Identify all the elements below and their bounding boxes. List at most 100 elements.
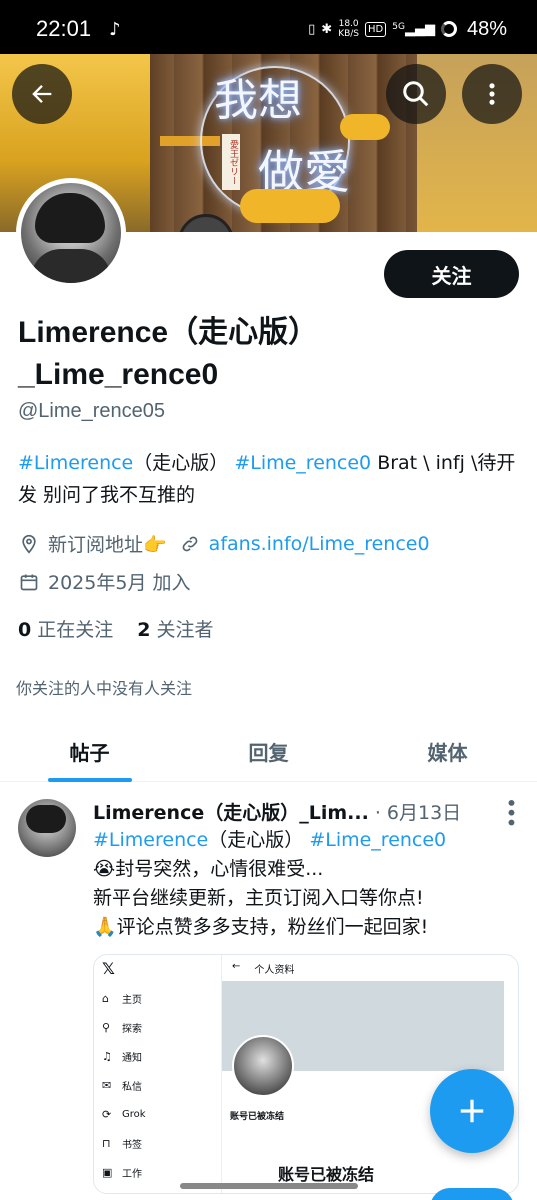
tweet-hashtag[interactable]: #Limerence <box>93 829 208 851</box>
tiktok-notification-icon: ♪ <box>109 18 121 40</box>
followers-label: 关注者 <box>156 619 214 641</box>
profile-name: Limerence（走心版）_Lime_rence0 <box>18 316 319 391</box>
embed-nav-label: 私信 <box>122 1082 142 1093</box>
tweet-line: 😭封号突然，心情很难受... <box>93 858 324 880</box>
profile-location: 新订阅地址👉 <box>48 534 167 556</box>
embed-frozen-label: 账号已被冻结 <box>230 1112 285 1122</box>
tweet-header: Limerence（走心版）_Lim... · 6月13日 ••• <box>93 797 523 826</box>
x-logo-icon: 𝕏 <box>102 959 115 978</box>
embed-nav-label: 主页 <box>122 995 142 1006</box>
calendar-icon <box>18 571 40 593</box>
bookmark-icon: ⊓ <box>102 1137 111 1150</box>
net-speed: 18.0 KB/S <box>338 19 359 39</box>
embed-nav-item: ⊓ 书签 <box>102 1129 221 1158</box>
location-pin-icon <box>18 533 40 555</box>
back-button[interactable] <box>12 64 72 124</box>
embed-nav-item: ⟳ Grok <box>102 1100 221 1129</box>
embed-header-title: 个人资料 <box>254 965 295 976</box>
tweet-hashtag[interactable]: #Lime_rence0 <box>309 829 446 851</box>
bio-text: （走心版） <box>133 452 229 474</box>
profile-handle: @Lime_rence05 <box>18 400 166 422</box>
tab-posts[interactable]: 帖子 <box>0 722 179 782</box>
search-icon <box>403 81 429 107</box>
banner-cloud <box>340 114 390 140</box>
following-label: 正在关注 <box>37 619 114 641</box>
profile-meta-row: 新订阅地址👉 afans.info/Lime_rence0 <box>18 530 430 557</box>
avatar-body <box>31 249 111 283</box>
followers-link[interactable]: 2 关注者 <box>137 615 213 642</box>
net-speed-value: 18.0 <box>338 19 359 29</box>
battery-icon <box>440 21 457 37</box>
tweet-line: #Limerence（走心版） #Lime_rence0 <box>93 826 523 855</box>
embed-frozen-title: 账号已被冻结 <box>278 1165 375 1184</box>
follow-button[interactable]: 关注 <box>384 250 519 298</box>
tweet-avatar[interactable] <box>18 799 76 857</box>
bio-hashtag[interactable]: #Lime_rence0 <box>234 452 371 474</box>
avatar-hair <box>26 805 66 833</box>
battery-level: 48% <box>466 17 507 40</box>
hd-badge: HD <box>365 21 387 37</box>
embed-nav-item: ⌂ 主页 <box>102 984 221 1013</box>
profile-joined: 2025年5月 加入 <box>48 572 191 594</box>
profile-avatar[interactable] <box>16 178 126 288</box>
following-count: 0 <box>18 619 32 641</box>
signal-icon: 5G▂▄▆ <box>392 21 435 37</box>
profile-joined-row: 2025年5月 加入 <box>18 568 190 595</box>
plus-icon <box>460 1099 484 1123</box>
status-bar: 22:01 ♪ ▯ ✱ 18.0 KB/S HD 5G▂▄▆ 48% <box>0 0 537 58</box>
embed-nav-item: ✉ 私信 <box>102 1071 221 1100</box>
profile-tabs: 帖子 回复 媒体 <box>0 722 537 782</box>
profile-page: 22:01 ♪ ▯ ✱ 18.0 KB/S HD 5G▂▄▆ 48% 我想 做愛 … <box>0 0 537 1200</box>
embed-nav-label: 通知 <box>122 1053 142 1064</box>
status-right: ▯ ✱ 18.0 KB/S HD 5G▂▄▆ 48% <box>308 18 507 41</box>
tweet-line: 新平台继续更新，主页订阅入口等你点! <box>93 887 424 909</box>
grok-icon: ⟳ <box>102 1108 112 1121</box>
more-options-button[interactable] <box>462 64 522 124</box>
search-button[interactable] <box>386 64 446 124</box>
tweet-line: 🙏评论点赞多多支持，粉丝们一起回家! <box>93 916 429 938</box>
jobs-icon: ▣ <box>102 1166 113 1179</box>
profile-bio: #Limerence（走心版） #Lime_rence0 Brat \ infj… <box>18 447 528 511</box>
home-icon: ⌂ <box>102 992 109 1005</box>
embed-nav-label: 书签 <box>122 1140 142 1151</box>
banner-cloud <box>240 189 340 223</box>
home-indicator[interactable] <box>180 1183 358 1189</box>
tweet-more-icon[interactable]: ••• <box>499 797 523 826</box>
embed-nav-label: 工作 <box>122 1169 142 1180</box>
tweet-text-part: （走心版） <box>208 829 304 851</box>
embed-sidebar: 𝕏 ⌂ 主页 ⚲ 探索 ♫ 通知 ✉ 私信 ⟳ Grok ⊓ 书签 ▣ 工作 <box>94 955 222 1193</box>
bluetooth-icon: ✱ <box>321 21 333 37</box>
follow-counts: 0 正在关注 2 关注者 <box>18 615 214 642</box>
signal-label: 5G <box>392 21 405 32</box>
vibrate-icon: ▯ <box>308 21 316 37</box>
compose-button[interactable] <box>430 1069 514 1153</box>
back-arrow-icon: ← <box>232 961 241 972</box>
banner-tag: 愛王ゼリー <box>222 134 240 190</box>
mail-icon: ✉ <box>102 1079 112 1092</box>
embed-header: ← 个人资料 <box>222 955 518 982</box>
embed-nav-label: Grok <box>122 1109 146 1120</box>
net-speed-unit: KB/S <box>338 29 360 39</box>
explore-icon: ⚲ <box>102 1021 111 1034</box>
embed-nav-label: 探索 <box>122 1024 142 1035</box>
banner-face-sticker <box>178 214 234 232</box>
mutual-followers-note: 你关注的人中没有人关注 <box>16 679 193 698</box>
link-icon <box>179 533 201 555</box>
bell-icon: ♫ <box>102 1050 112 1063</box>
followers-count: 2 <box>137 619 151 641</box>
bio-hashtag[interactable]: #Limerence <box>18 452 133 474</box>
embed-avatar <box>232 1035 294 1097</box>
tab-media[interactable]: 媒体 <box>358 722 537 781</box>
tweet-date[interactable]: · 6月13日 <box>375 798 461 825</box>
secondary-fab[interactable] <box>430 1188 514 1200</box>
tab-replies[interactable]: 回复 <box>179 722 358 781</box>
more-vertical-icon <box>489 83 495 105</box>
tweet-author[interactable]: Limerence（走心版）_Lim... <box>93 798 369 825</box>
status-time: 22:01 <box>36 16 92 41</box>
profile-website[interactable]: afans.info/Lime_rence0 <box>209 533 430 555</box>
following-link[interactable]: 0 正在关注 <box>18 615 113 642</box>
embed-nav-item: ♫ 通知 <box>102 1042 221 1071</box>
back-arrow-icon <box>32 85 52 103</box>
banner-neon-text-1: 我想 <box>214 75 302 126</box>
avatar-hair <box>35 193 105 243</box>
